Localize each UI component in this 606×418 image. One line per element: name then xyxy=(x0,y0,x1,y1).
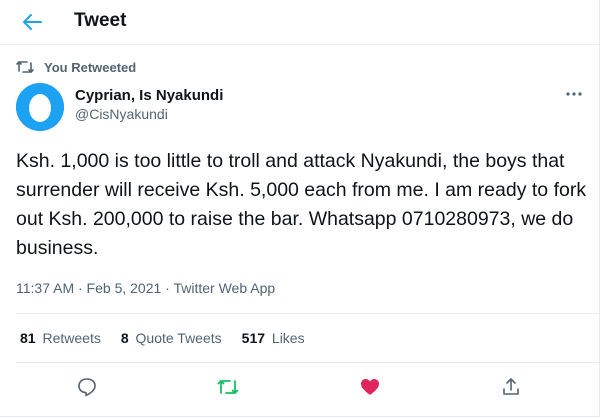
back-button[interactable] xyxy=(18,8,46,36)
like-heart-icon xyxy=(361,379,379,395)
tweet-timestamp[interactable]: 11:37 AM · Feb 5, 2021 · xyxy=(16,280,173,296)
retweeted-label: You Retweeted xyxy=(44,59,137,75)
author-handle[interactable]: @CisNyakundi xyxy=(75,106,168,122)
avatar[interactable] xyxy=(16,83,64,131)
retweeted-indicator[interactable]: You Retweeted xyxy=(16,58,136,76)
tweet-page: Tweet You Retweeted Cyprian, Is Nyakundi… xyxy=(0,0,600,417)
retweets-stat[interactable]: 81 Retweets xyxy=(20,330,101,346)
likes-stat[interactable]: 517 Likes xyxy=(242,330,305,346)
arrow-left-icon xyxy=(23,14,42,30)
author-name[interactable]: Cyprian, Is Nyakundi xyxy=(75,87,223,104)
share-icon xyxy=(503,378,519,395)
more-dots-icon xyxy=(566,92,582,96)
likes-label: Likes xyxy=(271,330,305,346)
tweet-source[interactable]: Twitter Web App xyxy=(173,280,275,296)
reply-icon xyxy=(78,378,96,397)
share-button[interactable] xyxy=(500,376,522,398)
retweet-icon xyxy=(16,61,34,73)
retweet-icon xyxy=(217,380,239,394)
header: Tweet xyxy=(0,0,599,45)
like-button[interactable] xyxy=(359,376,381,398)
page-title: Tweet xyxy=(74,10,127,31)
quotes-label: Quote Tweets xyxy=(135,330,222,346)
retweets-count: 81 xyxy=(20,330,36,346)
retweets-label: Retweets xyxy=(42,330,101,346)
tweet-meta: 11:37 AM · Feb 5, 2021 · Twitter Web App xyxy=(16,280,275,296)
quote-tweets-stat[interactable]: 8 Quote Tweets xyxy=(121,330,222,346)
likes-count: 517 xyxy=(241,330,266,346)
quotes-count: 8 xyxy=(120,330,129,346)
default-egg-avatar-icon xyxy=(16,83,64,131)
tweet-stats: 81 Retweets 8 Quote Tweets 517 Likes xyxy=(20,330,325,346)
divider xyxy=(16,313,599,314)
reply-button[interactable] xyxy=(76,376,98,398)
more-options-button[interactable] xyxy=(562,86,586,102)
divider xyxy=(16,362,599,363)
retweet-button[interactable] xyxy=(217,376,239,398)
tweet-text: Ksh. 1,000 is too little to troll and at… xyxy=(16,150,587,259)
